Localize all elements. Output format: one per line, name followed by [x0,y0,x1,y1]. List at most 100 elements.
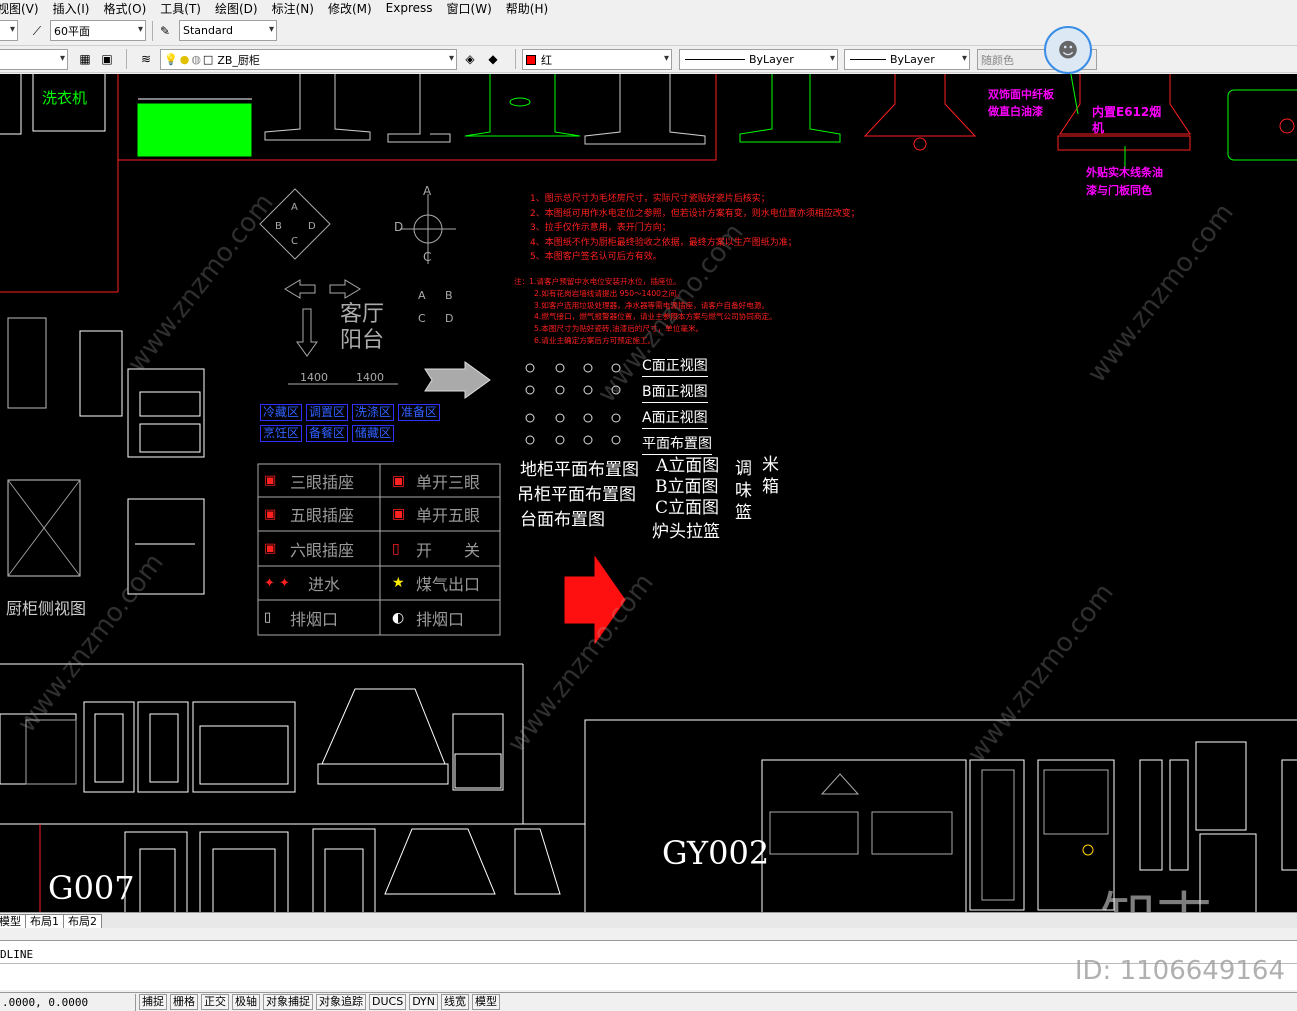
linetype-select[interactable]: ByLayer ▾ [679,49,838,70]
layer-name: ZB_厨柜 [217,53,260,67]
color-swatch-icon [526,54,536,65]
drawing-canvas[interactable]: www.znzmo.com www.znzmo.com www.znzmo.co… [0,74,1297,912]
customer-notes: 注：1.请客户预留中水电位安装开水位，插座位。 2.如有花岗岩墙线请提出 950～… [514,276,777,347]
vertical-char: 篮 [735,503,752,523]
legend-symbol-icon: ▣ [392,472,406,489]
legend-label: 进水 [308,575,341,594]
elevation-title: C立面图 [655,498,720,518]
note-line: 1、图示总尺寸为毛坯房尺寸，实际尺寸瓷贴好瓷片后核实； [530,194,770,204]
watermark-text: www.znzmo.com [1082,198,1240,388]
menu-item[interactable]: 工具(T) [160,0,209,17]
legend-symbol-icon: ▣ [264,506,277,522]
vertical-char: 箱 [762,477,779,497]
watermark-logo: 知末 [1100,874,1212,912]
textstyle-icon[interactable]: ✎ [156,22,174,40]
side-view-label: 厨柜侧视图 [6,599,87,618]
symbol-legend: ▣ 三眼插座 ▣ 单开三眼 ▣ 五眼插座 ▣ 单开五眼 ▣ 六眼插座 ▯ 开 关 ✦ ✦ 进水 ★ 煤气出口 ▯… [258,464,500,635]
menu-item[interactable]: 绘图(D) [215,0,266,17]
legend-cell: ▣ 单开五眼 [380,497,500,531]
layer-states-icon[interactable]: ◆ [484,50,502,68]
layer-manager-icon[interactable]: ≋ [137,50,155,68]
dimension-label: 1400 [300,371,328,384]
green-panel [137,103,252,157]
menu-item[interactable]: 窗口(W) [447,0,500,17]
status-toggle-6[interactable]: DUCS [369,994,407,1010]
menu-item[interactable]: 格式(O) [103,0,154,17]
dimstyle-icon[interactable]: ⟋ [28,22,46,40]
text-style-value: Standard [183,24,234,37]
menu-item[interactable]: Express [386,1,441,15]
legend-symbol-icon: ✦ ✦ [264,575,290,591]
status-toggle-2[interactable]: 正交 [201,994,229,1010]
legend-label: 单开五眼 [416,506,481,525]
note-line: 4.燃气接口，燃气报警器位置，请业主参照本方案与燃气公司协同商定。 [534,312,777,322]
watermark-text: www.znzmo.com [962,578,1120,768]
plotstyle-value: 随颜色 [981,53,1014,67]
status-toggle-7[interactable]: DYN [409,994,439,1010]
compass-label: C [291,236,298,247]
annotation-right: 外贴实木线条油 漆与门板同色 [1086,164,1163,200]
watermark-text: www.znzmo.com [122,188,280,378]
menu-item[interactable]: 帮助(H) [506,0,556,17]
legend-symbol-icon: ▯ [392,540,400,557]
tab-model[interactable]: 模型 [0,914,26,928]
separator [126,49,127,69]
view-title: 平面布置图 [642,434,712,455]
color-value: 红 [541,53,552,67]
annotation-built-in: 内置E612烟 机 [1092,104,1161,136]
tab-layout2[interactable]: 布局2 [63,914,102,928]
layer-select[interactable]: 💡 ● ◍ □ ZB_厨柜 ▾ [160,49,457,70]
menu-item[interactable]: 修改(M) [328,0,380,17]
zone-tag: 备餐区 [306,425,349,442]
zone-tag: 储藏区 [352,425,395,442]
status-toggle-8[interactable]: 线宽 [441,994,470,1010]
annotation-line: 外贴实木线条油 [1086,166,1163,179]
print-icon[interactable]: ▣ [98,50,116,68]
layer-color-icon: □ [202,53,214,66]
status-toggle-3[interactable]: 极轴 [232,994,260,1010]
legend-cell: ▣ 六眼插座 [258,531,380,566]
legend-cell: ✦ ✦ 进水 [258,566,380,600]
viewport-combo[interactable]: ▾ [0,49,68,70]
legend-cell: ▯ 开 关 [380,531,500,566]
status-toggle-9[interactable]: 模型 [472,994,501,1010]
status-toggle-5[interactable]: 对象追踪 [316,994,366,1010]
menu-item[interactable]: 插入(I) [53,0,98,17]
legend-label: 五眼插座 [290,506,355,525]
layer-previous-icon[interactable]: ◈ [461,50,479,68]
watermark-id: ID: 1106649164 [1074,956,1285,986]
view-title: A面正视图 [642,408,708,429]
text-style-select[interactable]: Standard ▾ [179,20,277,41]
status-toggle-0[interactable]: 捕捉 [139,994,167,1010]
line-sample [850,59,886,60]
plan-title: 吊柜平面布置图 [517,485,636,505]
design-notes: 1、图示总尺寸为毛坯房尺寸，实际尺寸瓷贴好瓷片后核实； 2、本图纸可用作水电定位之… [530,192,860,265]
status-toggle-1[interactable]: 栅格 [170,994,198,1010]
qr-icon[interactable]: ▦ [76,50,94,68]
assistant-avatar-icon[interactable]: ☻ [1044,26,1092,74]
annotation-line: 双饰面中纤板 [988,88,1054,101]
menu-item[interactable]: 标注(N) [272,0,322,17]
menu-item[interactable]: 视图(V) [0,0,47,17]
dimension-label: 1400 [356,371,384,384]
compass-label: C [423,250,432,264]
compass-label: B [445,289,453,302]
annotation-line: 做直白油漆 [988,105,1043,118]
color-select[interactable]: 红 ▾ [522,49,672,70]
status-toggle-4[interactable]: 对象捕捉 [263,994,313,1010]
zone-tag: 调置区 [306,404,349,421]
line-sample [685,59,745,60]
vertical-char: 味 [735,481,752,501]
note-line: 6.请业主确定方案后方可预定施工。 [534,335,656,345]
lineweight-select[interactable]: ByLayer ▾ [844,49,970,70]
lineweight-value: ByLayer [890,53,935,66]
compass-label: A [291,202,298,213]
legend-symbol-icon: ▣ [392,506,406,522]
note-line: 3、拉手仅作示意用，表开门方向； [530,223,671,234]
workspace-combo[interactable]: ▾ [0,20,18,41]
legend-cell: ★ 煤气出口 [380,566,500,600]
dim-style-select[interactable]: 60平面 ▾ [50,20,146,41]
tab-layout1[interactable]: 布局1 [25,914,64,928]
elevation-title: A立面图 [656,456,720,476]
legend-label: 煤气出口 [416,575,481,594]
